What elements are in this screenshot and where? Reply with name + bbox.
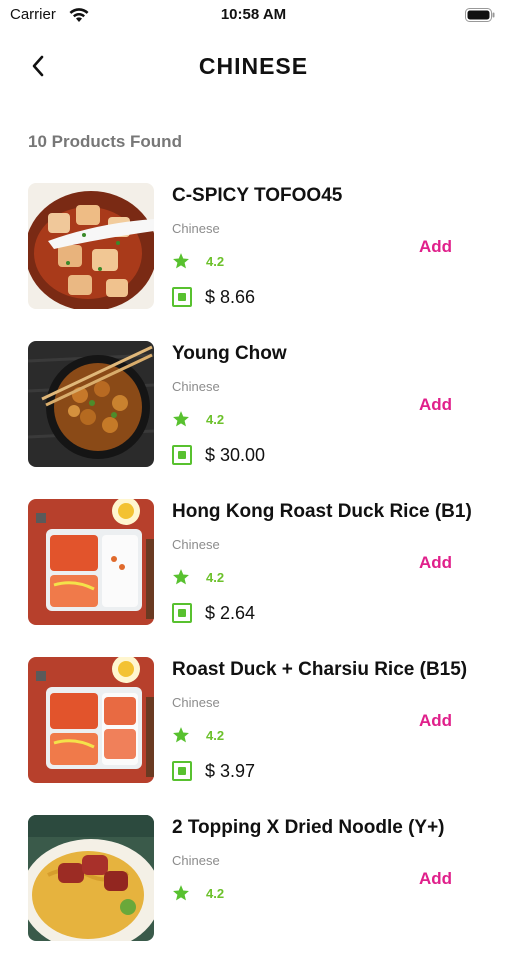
- page-title: CHINESE: [198, 53, 309, 79]
- product-item[interactable]: Young Chow Chinese 4.2 $ 30.00 Add: [0, 341, 507, 499]
- product-item[interactable]: Hong Kong Roast Duck Rice (B1) Chinese 4…: [0, 499, 507, 657]
- product-name: 2 Topping X Dried Noodle (Y+): [172, 817, 445, 838]
- product-price: $ 30.00: [205, 445, 266, 465]
- product-rating: 4.2: [206, 254, 225, 269]
- product-name: Roast Duck + Charsiu Rice (B15): [172, 659, 468, 680]
- product-category: Chinese: [172, 379, 220, 394]
- product-name: C-SPICY TOFOO45: [172, 185, 343, 206]
- product-category: Chinese: [172, 221, 220, 236]
- star-icon: [173, 569, 189, 585]
- battery-icon: [465, 8, 495, 22]
- product-rating: 4.2: [206, 570, 225, 585]
- product-name: Hong Kong Roast Duck Rice (B1): [172, 501, 472, 522]
- add-button[interactable]: Add: [419, 237, 452, 257]
- product-category: Chinese: [172, 695, 220, 710]
- veg-icon: [172, 603, 192, 623]
- product-price: $ 3.97: [205, 761, 256, 781]
- nav-bar: CHINESE: [0, 44, 507, 88]
- product-item[interactable]: C-SPICY TOFOO45 Chinese 4.2 $ 8.66 Add: [0, 183, 507, 341]
- star-icon: [173, 885, 189, 901]
- product-name: Young Chow: [172, 343, 287, 364]
- product-category: Chinese: [172, 537, 220, 552]
- product-image: [28, 183, 154, 309]
- product-price: $ 2.64: [205, 603, 256, 623]
- add-button[interactable]: Add: [419, 395, 452, 415]
- results-count: 10 Products Found: [28, 132, 182, 151]
- add-button[interactable]: Add: [419, 869, 452, 889]
- product-image: [28, 815, 154, 941]
- star-icon: [173, 411, 189, 427]
- add-button[interactable]: Add: [419, 711, 452, 731]
- product-image: [28, 499, 154, 625]
- veg-icon: [172, 761, 192, 781]
- star-icon: [173, 727, 189, 743]
- star-icon: [173, 253, 189, 269]
- veg-icon: [172, 445, 192, 465]
- product-image: [28, 341, 154, 467]
- product-list: C-SPICY TOFOO45 Chinese 4.2 $ 8.66 Add Y…: [0, 183, 507, 973]
- product-category: Chinese: [172, 853, 220, 868]
- product-rating: 4.2: [206, 412, 225, 427]
- product-image: [28, 657, 154, 783]
- product-item[interactable]: Roast Duck + Charsiu Rice (B15) Chinese …: [0, 657, 507, 815]
- product-item[interactable]: 2 Topping X Dried Noodle (Y+) Chinese 4.…: [0, 815, 507, 973]
- add-button[interactable]: Add: [419, 553, 452, 573]
- status-bar: Carrier 10:58 AM: [0, 0, 507, 32]
- veg-icon: [172, 287, 192, 307]
- product-rating: 4.2: [206, 886, 225, 901]
- product-rating: 4.2: [206, 728, 225, 743]
- status-time: 10:58 AM: [220, 6, 287, 23]
- product-price: $ 8.66: [205, 287, 256, 307]
